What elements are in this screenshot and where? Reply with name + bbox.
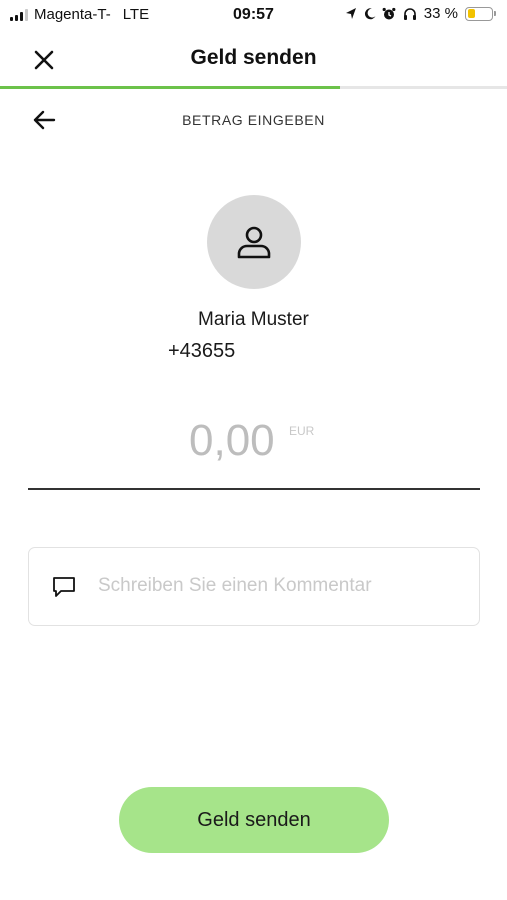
send-money-button[interactable]: Geld senden (119, 787, 389, 853)
status-bar: Magenta-T- LTE 09:57 33 % (0, 0, 507, 30)
recipient-phone: +43655 (168, 340, 236, 362)
amount-underline (28, 488, 480, 490)
comment-placeholder: Schreiben Sie einen Kommentar (98, 575, 372, 596)
location-icon (345, 7, 356, 19)
battery-level (467, 9, 475, 18)
page-title: Geld senden (190, 46, 317, 69)
amount-input[interactable]: 0,00 (189, 416, 275, 466)
alarm-icon (382, 7, 396, 19)
avatar (207, 195, 301, 289)
currency-label: EUR (289, 424, 315, 438)
battery-icon (465, 6, 496, 21)
send-money-screen: Magenta-T- LTE 09:57 33 % Geld senden BE… (0, 0, 507, 900)
moon-icon (364, 7, 376, 19)
recipient-name: Maria Muster (198, 309, 309, 330)
comment-field[interactable]: Schreiben Sie einen Kommentar (28, 547, 480, 626)
step-progress-bar (0, 86, 507, 89)
step-progress-fill (0, 86, 340, 89)
comment-icon (53, 577, 75, 597)
person-icon (237, 226, 271, 259)
step-title: BETRAG EINGEBEN (182, 112, 325, 128)
battery-percent: 33 % (423, 5, 458, 22)
headphones-icon (403, 7, 416, 20)
header: Geld senden (0, 30, 507, 88)
